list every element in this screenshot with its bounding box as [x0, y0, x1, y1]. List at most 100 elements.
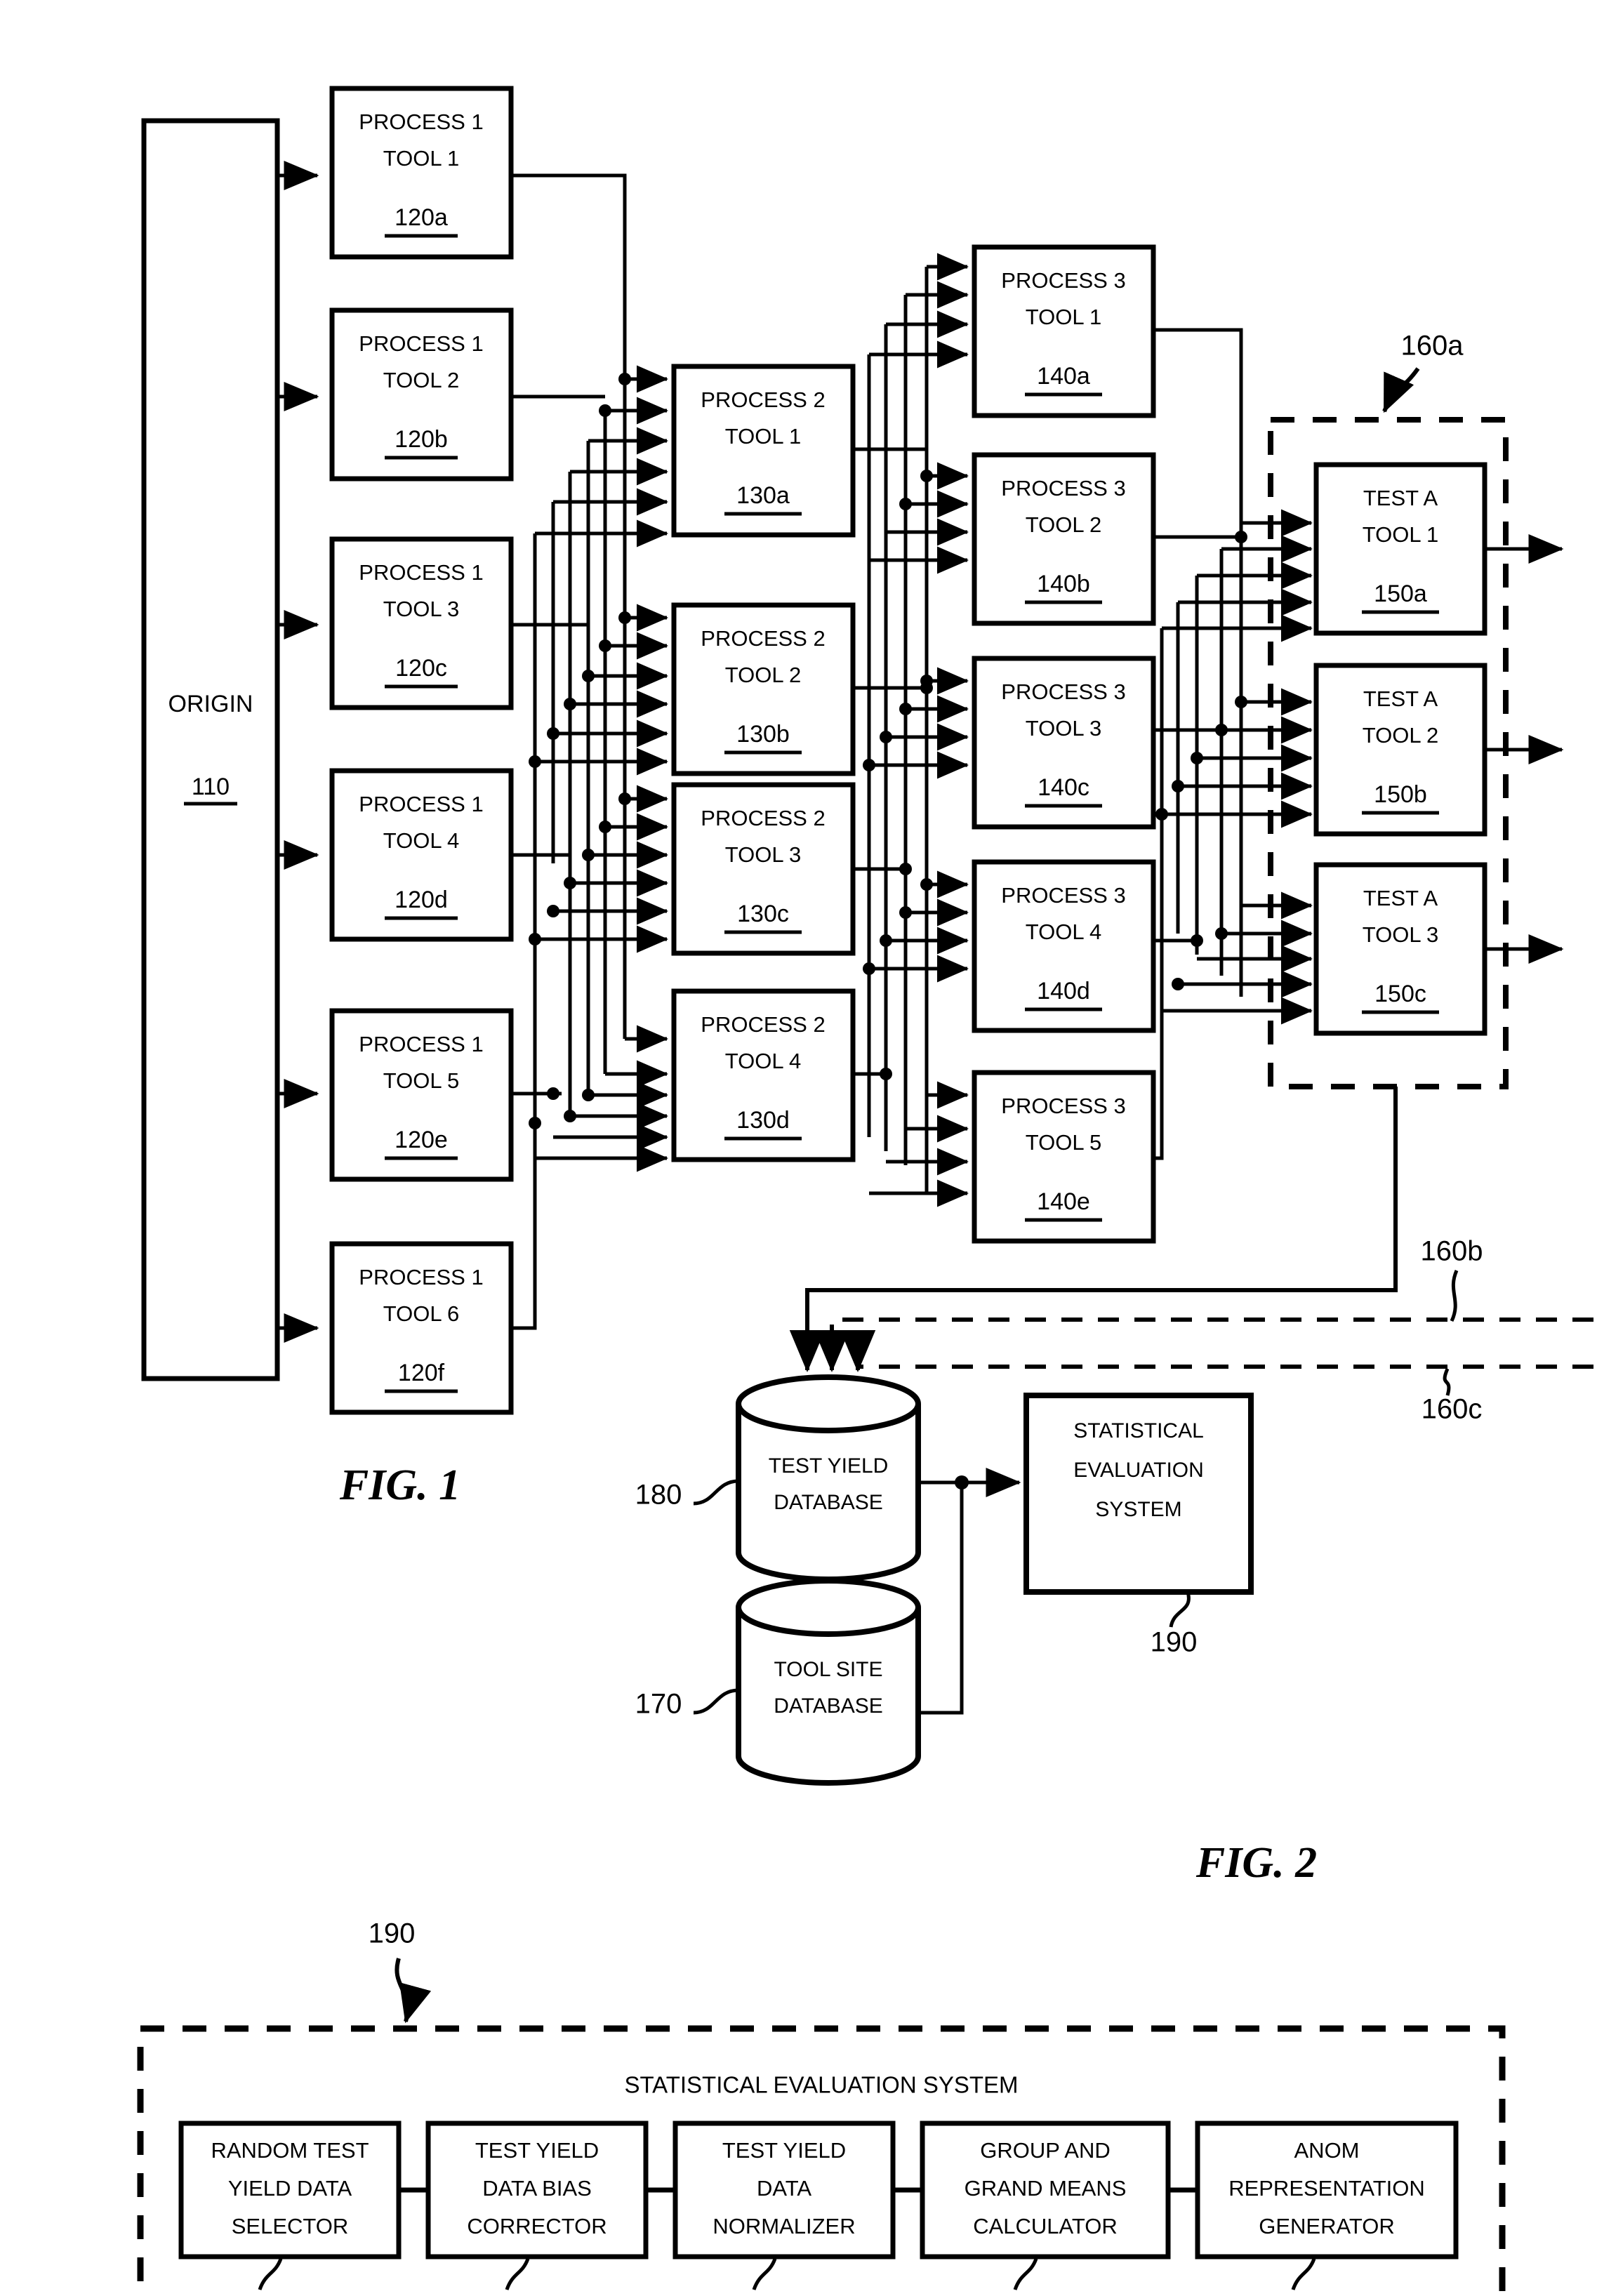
- db-ref-170: 170: [635, 1689, 682, 1720]
- box-line1: PROCESS 1: [359, 331, 483, 356]
- module-line2: GRAND MEANS: [965, 2176, 1127, 2201]
- process2-tool-3[interactable]: PROCESS 2 TOOL 3 130c: [671, 782, 856, 956]
- box-line2: TOOL 4: [383, 828, 460, 853]
- figure-1-caption: FIG. 1: [339, 1461, 460, 1509]
- process3-tool-2[interactable]: PROCESS 3 TOOL 2 140b: [972, 452, 1156, 626]
- box-ref: 140d: [1037, 978, 1090, 1004]
- box-line2: TOOL 3: [1363, 922, 1439, 947]
- box-line2: TOOL 4: [1026, 920, 1102, 944]
- box-ref: 150c: [1374, 981, 1426, 1007]
- box-ref: 140c: [1038, 774, 1089, 801]
- bus-ref-160b: 160b: [1421, 1236, 1483, 1267]
- box-line1: PROCESS 1: [359, 560, 483, 585]
- process3-tool-3[interactable]: PROCESS 3 TOOL 3 140c: [972, 656, 1156, 830]
- box-line1: PROCESS 2: [701, 1012, 825, 1037]
- module-line1: GROUP AND: [980, 2138, 1110, 2163]
- box-ref: 150a: [1374, 580, 1427, 607]
- origin-ref: 110: [192, 774, 230, 800]
- box-ref: 130c: [737, 901, 789, 927]
- module-line3: CORRECTOR: [467, 2214, 607, 2238]
- origin-title: ORIGIN: [168, 691, 253, 717]
- box-ref: 130a: [736, 482, 790, 509]
- module-line1: TEST YIELD: [475, 2138, 599, 2163]
- box-line1: PROCESS 3: [1001, 268, 1125, 293]
- box-line2: TOOL 1: [383, 146, 460, 171]
- process1-tool-6[interactable]: PROCESS 1 TOOL 6 120f: [329, 1241, 514, 1415]
- db-line1: TOOL SITE: [774, 1658, 882, 1681]
- test-a-column: TEST A TOOL 1 150a TEST A TOOL 2 150b TE…: [1313, 462, 1487, 1036]
- box-line1: PROCESS 1: [359, 1265, 483, 1289]
- origin-block[interactable]: ORIGIN 110: [141, 118, 280, 1381]
- origin-box: [141, 118, 280, 1381]
- box-line2: TOOL 2: [1026, 512, 1102, 537]
- process2-column: PROCESS 2 TOOL 1 130a PROCESS 2 TOOL 2 1…: [671, 364, 856, 1162]
- ses-line3: SYSTEM: [1095, 1498, 1181, 1521]
- box-ref: 120f: [398, 1360, 445, 1386]
- test-a-tool-3[interactable]: TEST A TOOL 3 150c: [1313, 862, 1487, 1036]
- box-line1: PROCESS 3: [1001, 679, 1125, 704]
- box-line1: TEST A: [1363, 886, 1438, 910]
- fig2-system-ref-190: 190: [369, 1918, 416, 1949]
- module-line3: NORMALIZER: [713, 2214, 855, 2238]
- box-ref: 120b: [395, 426, 448, 453]
- box-line2: TOOL 2: [1363, 723, 1439, 748]
- box-line1: PROCESS 2: [701, 806, 825, 830]
- module-line1: ANOM: [1294, 2138, 1360, 2163]
- box-ref: 130d: [736, 1107, 790, 1134]
- module-line2: DATA: [757, 2176, 811, 2201]
- group-ref-160a: 160a: [1401, 331, 1464, 361]
- box-line2: TOOL 6: [383, 1301, 460, 1326]
- ses-line1: STATISTICAL: [1073, 1419, 1204, 1442]
- box-line2: TOOL 1: [1026, 305, 1102, 329]
- process2-tool-4[interactable]: PROCESS 2 TOOL 4 130d: [671, 988, 856, 1162]
- figure-2-caption: FIG. 2: [1195, 1839, 1317, 1887]
- process1-tool-4[interactable]: PROCESS 1 TOOL 4 120d: [329, 768, 514, 942]
- ses-line2: EVALUATION: [1073, 1459, 1204, 1482]
- box-ref: 140e: [1037, 1188, 1090, 1215]
- box-line2: TOOL 5: [383, 1068, 460, 1093]
- box-ref: 130b: [736, 721, 790, 748]
- module-line3: CALCULATOR: [973, 2214, 1118, 2238]
- box-line1: PROCESS 2: [701, 387, 825, 412]
- process1-tool-5[interactable]: PROCESS 1 TOOL 5 120e: [329, 1008, 514, 1182]
- box-line1: PROCESS 1: [359, 1032, 483, 1056]
- process2-tool-1[interactable]: PROCESS 2 TOOL 1 130a: [671, 364, 856, 538]
- module-line2: YIELD DATA: [228, 2176, 352, 2201]
- box-line1: PROCESS 2: [701, 626, 825, 651]
- box-ref: 120e: [395, 1127, 448, 1153]
- box-line1: PROCESS 1: [359, 792, 483, 816]
- test-a-tool-2[interactable]: TEST A TOOL 2 150b: [1313, 663, 1487, 837]
- patent-drawing-sheet: ORIGIN 110 PROCESS 1 TOOL 1 120a PROCESS…: [0, 0, 1597, 2296]
- box-line2: TOOL 2: [383, 368, 460, 392]
- box-line2: TOOL 2: [725, 663, 802, 687]
- db-line1: TEST YIELD: [769, 1454, 889, 1478]
- module-line2: DATA BIAS: [482, 2176, 592, 2201]
- process3-tool-4[interactable]: PROCESS 3 TOOL 4 140d: [972, 859, 1156, 1033]
- module-line2: REPRESENTATION: [1228, 2176, 1425, 2201]
- db-link-junction-dot: [955, 1475, 969, 1489]
- box-line2: TOOL 5: [1026, 1130, 1102, 1155]
- box-line2: TOOL 1: [725, 424, 802, 449]
- process1-tool-2[interactable]: PROCESS 1 TOOL 2 120b: [329, 307, 514, 482]
- box-ref: 120a: [395, 204, 448, 231]
- process2-tool-2[interactable]: PROCESS 2 TOOL 2 130b: [671, 602, 856, 776]
- fig2-system-title: STATISTICAL EVALUATION SYSTEM: [624, 2072, 1018, 2098]
- process3-tool-5[interactable]: PROCESS 3 TOOL 5 140e: [972, 1070, 1156, 1244]
- db-line2: DATABASE: [774, 1491, 883, 1514]
- box-line1: TEST A: [1363, 686, 1438, 711]
- process1-tool-1[interactable]: PROCESS 1 TOOL 1 120a: [329, 86, 514, 260]
- process1-tool-3[interactable]: PROCESS 1 TOOL 3 120c: [329, 536, 514, 710]
- box-line1: PROCESS 3: [1001, 476, 1125, 500]
- box-line2: TOOL 1: [1363, 522, 1439, 547]
- db-ref-180: 180: [635, 1480, 682, 1511]
- box-line1: PROCESS 3: [1001, 1094, 1125, 1118]
- process3-column: PROCESS 3 TOOL 1 140a PROCESS 3 TOOL 2 1…: [972, 244, 1156, 1244]
- module-line1: RANDOM TEST: [211, 2138, 369, 2163]
- process3-tool-1[interactable]: PROCESS 3 TOOL 1 140a: [972, 244, 1156, 418]
- module-line3: SELECTOR: [232, 2214, 349, 2238]
- module-line1: TEST YIELD: [722, 2138, 846, 2163]
- box-ref: 120d: [395, 887, 448, 913]
- box-ref: 120c: [395, 655, 447, 682]
- test-a-tool-1[interactable]: TEST A TOOL 1 150a: [1313, 462, 1487, 636]
- bus-ref-160c: 160c: [1422, 1394, 1483, 1425]
